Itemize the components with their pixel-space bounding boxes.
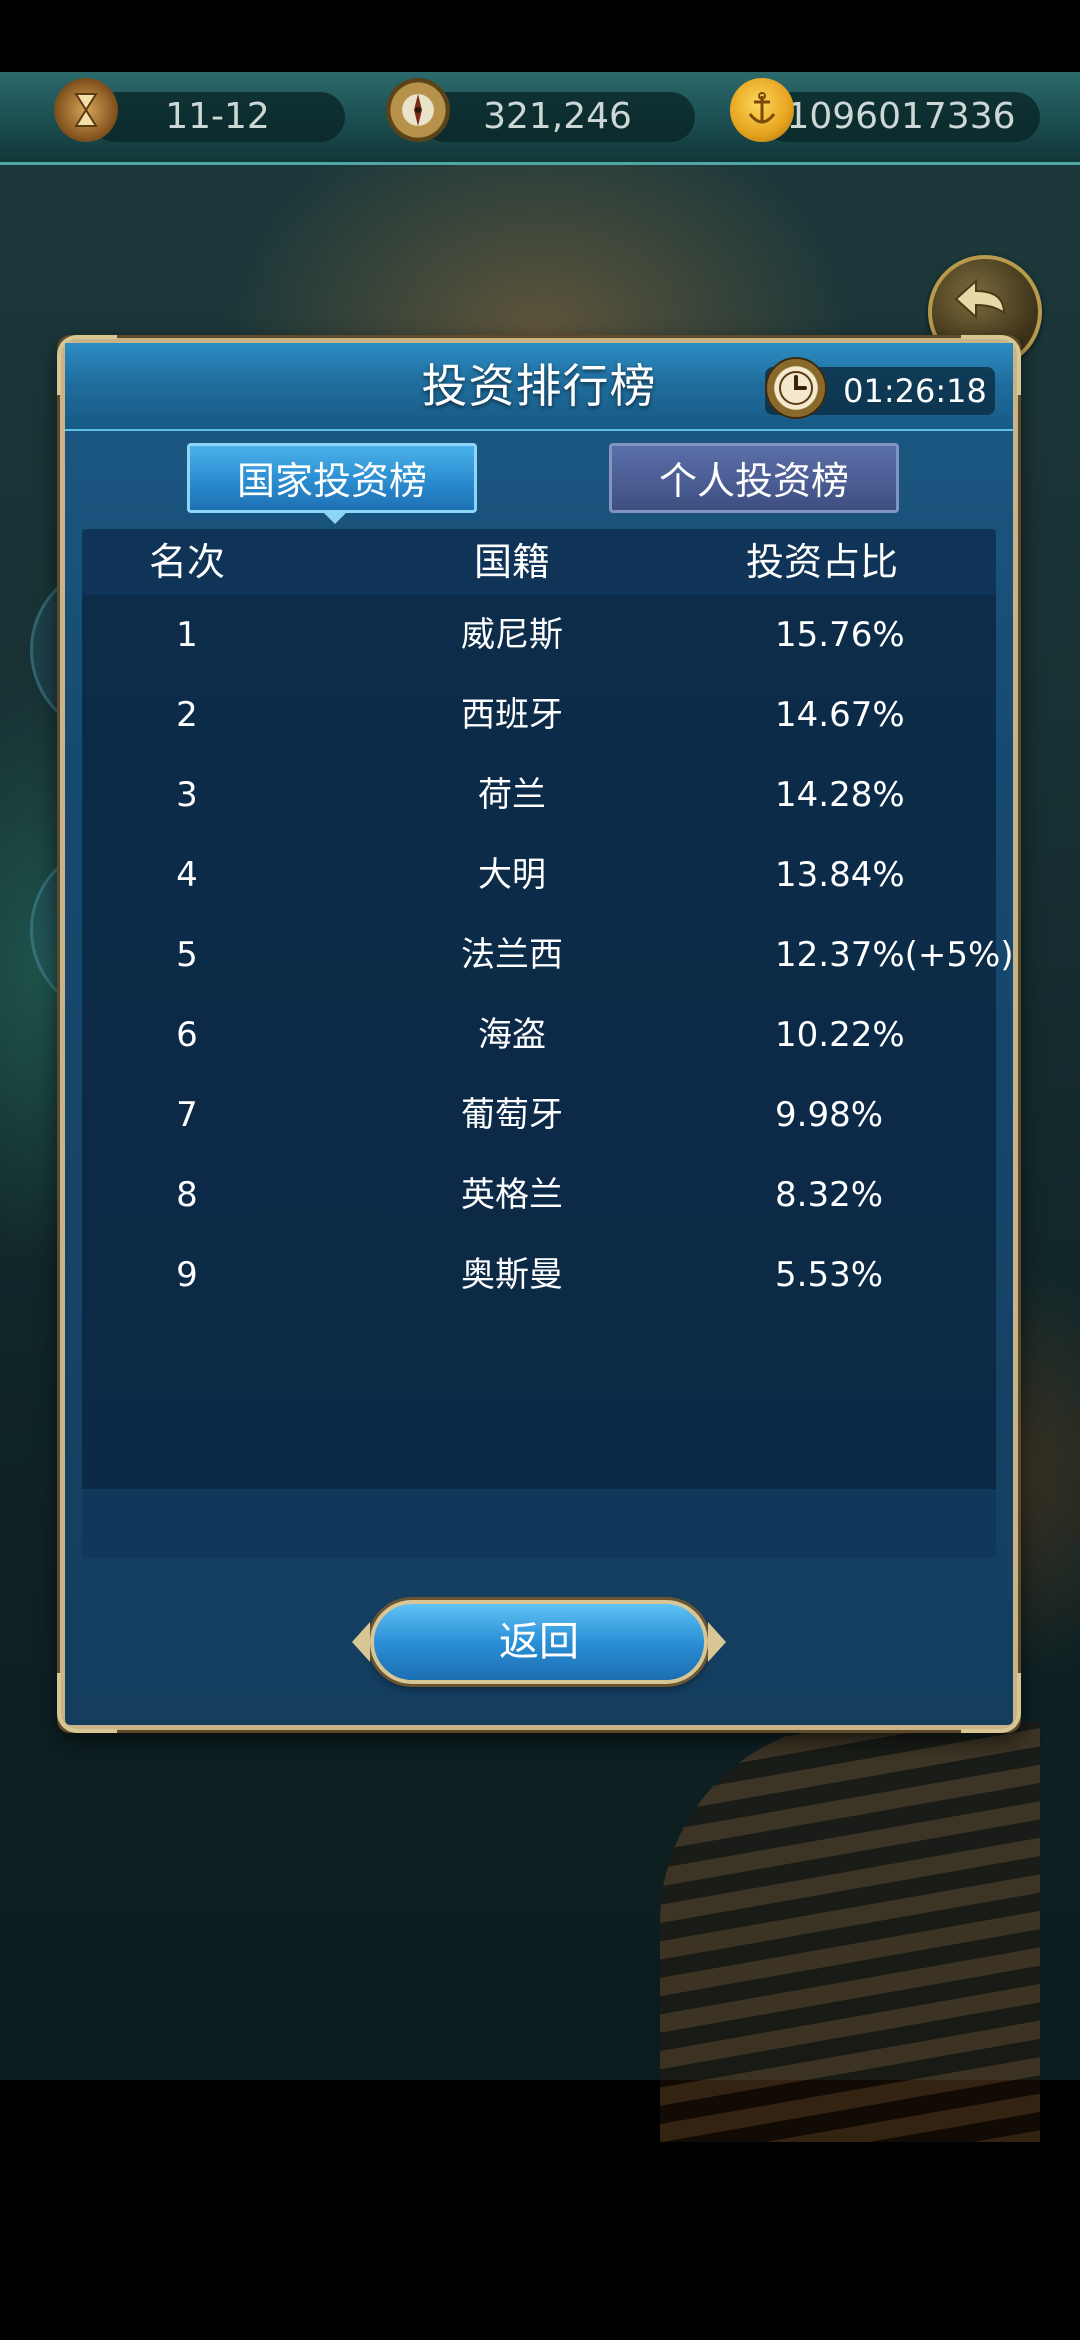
date-value: 11-12 (165, 96, 270, 137)
table-footer (82, 1489, 996, 1559)
rank-cell: 5 (176, 935, 198, 975)
header-nation: 国籍 (473, 540, 550, 584)
coins-value: 321,246 (483, 96, 632, 137)
nation-cell: 海盗 (478, 1015, 546, 1055)
share-cell: 14.67% (775, 695, 905, 735)
screen: 11-12 321,246 1096017336 投资排行榜 01:26:18 … (0, 0, 1080, 2340)
table-row: 6 海盗 10.22% (82, 995, 996, 1075)
dialog-header: 投资排行榜 01:26:18 (65, 343, 1013, 431)
share-cell: 9.98% (775, 1095, 884, 1135)
clock-icon (765, 357, 827, 419)
rank-cell: 6 (176, 1015, 198, 1055)
table-row: 8 英格兰 8.32% (82, 1155, 996, 1235)
table-row: 1 威尼斯 15.76% (82, 595, 996, 675)
gold-pill: 1096017336 (762, 92, 1040, 142)
rank-cell: 7 (176, 1095, 198, 1135)
nation-cell: 威尼斯 (461, 615, 563, 655)
date-pill: 11-12 (90, 92, 345, 142)
resource-bar: 11-12 321,246 1096017336 (0, 72, 1080, 165)
nation-cell: 大明 (478, 855, 546, 895)
rank-cell: 8 (176, 1175, 198, 1215)
rank-cell: 9 (176, 1255, 198, 1295)
share-cell: 15.76% (775, 615, 905, 655)
table-row: 4 大明 13.84% (82, 835, 996, 915)
nation-cell: 西班牙 (461, 695, 563, 735)
countdown-timer: 01:26:18 (843, 372, 987, 410)
header-share: 投资占比 (745, 540, 898, 584)
table-row: 7 葡萄牙 9.98% (82, 1075, 996, 1155)
share-cell: 13.84% (775, 855, 905, 895)
rank-cell: 2 (176, 695, 198, 735)
nation-cell: 英格兰 (461, 1175, 563, 1215)
ranking-table: 名次 国籍 投资占比 1 威尼斯 15.76% 2 西班牙 14.67% 3 荷… (82, 529, 1014, 1559)
investment-ranking-dialog: 投资排行榜 01:26:18 国家投资榜 个人投资榜 名次 国籍 投资占比 1 … (57, 335, 1021, 1733)
nation-cell: 荷兰 (478, 775, 546, 815)
rank-cell: 1 (176, 615, 198, 655)
return-button[interactable]: 返回 (352, 1600, 726, 1684)
rank-cell: 3 (176, 775, 198, 815)
frame-corner (57, 1673, 117, 1733)
coins-pill: 321,246 (420, 92, 695, 142)
nation-cell: 法兰西 (461, 935, 563, 975)
tab-national-investment[interactable]: 国家投资榜 (187, 443, 477, 524)
hourglass-icon (54, 78, 118, 142)
header-rank: 名次 (148, 540, 225, 584)
share-cell: 14.28% (775, 775, 905, 815)
table-row: 9 奥斯曼 5.53% (82, 1235, 996, 1315)
rank-cell: 4 (176, 855, 198, 895)
share-cell: 5.53% (775, 1255, 884, 1295)
compass-icon (386, 78, 450, 142)
table-header: 名次 国籍 投资占比 (82, 529, 996, 595)
table-row: 2 西班牙 14.67% (82, 675, 996, 755)
table-row: 5 法兰西 12.37%(+5%) (82, 915, 1013, 995)
tab-personal-investment[interactable]: 个人投资榜 (609, 443, 899, 513)
frame-corner (961, 1673, 1021, 1733)
bg-staircase (660, 1722, 1040, 2142)
gold-anchor-icon (730, 78, 794, 142)
share-cell: 8.32% (775, 1175, 884, 1215)
share-cell: 12.37%(+5%) (775, 935, 1014, 975)
table-row: 3 荷兰 14.28% (82, 755, 996, 835)
share-cell: 10.22% (775, 1015, 905, 1055)
gold-value: 1096017336 (786, 96, 1016, 137)
nation-cell: 葡萄牙 (461, 1095, 563, 1135)
nation-cell: 奥斯曼 (461, 1255, 563, 1295)
